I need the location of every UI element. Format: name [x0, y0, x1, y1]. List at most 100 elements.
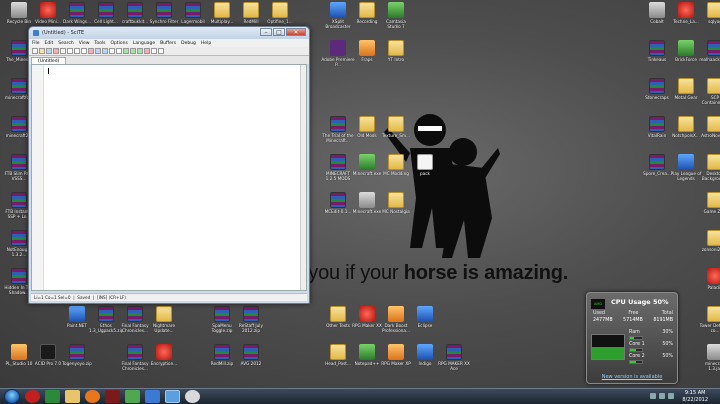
folder-icon: [678, 78, 694, 94]
minecraft-taskbar-icon[interactable]: [45, 390, 60, 403]
open-file-icon[interactable]: [39, 48, 45, 54]
network-icon[interactable]: [650, 393, 656, 399]
desktop-icon[interactable]: Texture_Sm...: [379, 116, 413, 138]
volume-icon[interactable]: [659, 393, 665, 399]
game-icon[interactable]: [125, 390, 140, 403]
core2-meter: [629, 360, 643, 364]
app-icon: [69, 306, 85, 322]
maximize-button[interactable]: □: [273, 28, 285, 36]
cut-icon[interactable]: [67, 48, 73, 54]
desktop-icon[interactable]: Camtasia Studio 7: [379, 2, 413, 29]
editor-area[interactable]: [31, 64, 307, 291]
desktop-icon[interactable]: Game Zips: [698, 192, 720, 214]
archive-icon: [11, 192, 27, 208]
desktop-icon[interactable]: Encryption...: [147, 344, 181, 366]
cpu-gadget-title: CPU Usage 50%: [611, 298, 669, 306]
desktop-icon[interactable]: AstroNovas...: [698, 116, 720, 138]
desktop-icon[interactable]: Tower Defense co...: [698, 306, 720, 333]
save-icon[interactable]: [46, 48, 52, 54]
folder-icon: [214, 2, 230, 18]
desktop-icon[interactable]: zonsoni2.E...: [698, 230, 720, 252]
ram-row: Ram 30%: [629, 330, 673, 335]
archive-icon: [214, 344, 230, 360]
media-icon[interactable]: [105, 390, 120, 403]
menu-view[interactable]: View: [79, 41, 90, 46]
app-icon: [359, 192, 375, 208]
menu-search[interactable]: Search: [58, 41, 73, 46]
previous-icon[interactable]: [151, 48, 157, 54]
menu-language[interactable]: Language: [133, 41, 155, 46]
core1-meter: [629, 348, 643, 352]
desktop-icon[interactable]: RPG MAKER XX Ace: [437, 344, 471, 371]
desktop-icon[interactable]: Nightmare Update...: [147, 306, 181, 333]
vertical-scrollbar[interactable]: [300, 65, 306, 290]
clock[interactable]: 9:15 AM 8/22/2012: [682, 390, 708, 404]
scite-titlebar[interactable]: (Untitled) - SciTE – □ ✕: [29, 27, 309, 39]
menu-file[interactable]: File: [32, 41, 40, 46]
menu-debug[interactable]: Debug: [181, 41, 196, 46]
fraps-taskbar-icon[interactable]: [145, 390, 160, 403]
archive-icon: [98, 306, 114, 322]
stop-icon[interactable]: [144, 48, 150, 54]
redo-icon[interactable]: [102, 48, 108, 54]
firefox-icon[interactable]: [85, 390, 100, 403]
replace-icon[interactable]: [116, 48, 122, 54]
desktop-icon[interactable]: pack: [408, 154, 442, 176]
archive-icon: [127, 344, 143, 360]
flag-icon[interactable]: [668, 393, 674, 399]
desktop-icon[interactable]: AVG 2012: [234, 344, 268, 366]
folder-icon: [388, 40, 404, 56]
menu-options[interactable]: Options: [111, 41, 128, 46]
menu-buffers[interactable]: Buffers: [160, 41, 176, 46]
desktop-icon[interactable]: sqlyog: [698, 2, 720, 24]
desktop-icon[interactable]: realhaack-85...: [698, 40, 720, 62]
go-icon[interactable]: [137, 48, 143, 54]
desktop-icon[interactable]: ReStaff July 2012.zip: [234, 306, 268, 333]
new-version-link[interactable]: New version is available: [587, 374, 677, 380]
new-file-icon[interactable]: [32, 48, 38, 54]
folder-icon: [707, 78, 720, 94]
find-icon[interactable]: [109, 48, 115, 54]
explorer-icon[interactable]: [65, 390, 80, 403]
desktop-icon[interactable]: Paladin: [698, 268, 720, 290]
close-button[interactable]: ✕: [286, 28, 306, 36]
menu-tools[interactable]: Tools: [94, 41, 105, 46]
tab-untitled[interactable]: (Untitled): [31, 57, 67, 64]
archive-icon: [330, 116, 346, 132]
desktop-icon[interactable]: SCP Containme...: [698, 78, 720, 105]
next-icon[interactable]: [158, 48, 164, 54]
menu-help[interactable]: Help: [201, 41, 211, 46]
desktop-icon[interactable]: minecraft 1.3.jar: [698, 344, 720, 371]
scite-window[interactable]: (Untitled) - SciTE – □ ✕ File Edit Searc…: [28, 26, 310, 304]
minimize-button[interactable]: –: [260, 28, 272, 36]
app-icon: [359, 40, 375, 56]
print-icon[interactable]: [60, 48, 66, 54]
compile-icon[interactable]: [123, 48, 129, 54]
menu-edit[interactable]: Edit: [45, 41, 54, 46]
close-file-icon[interactable]: [53, 48, 59, 54]
copy-icon[interactable]: [74, 48, 80, 54]
app-icon: [417, 306, 433, 322]
opera-icon[interactable]: [25, 390, 40, 403]
desktop-icon-label: ReStaff July 2012.zip: [239, 323, 263, 333]
cpu-usage-gadget[interactable]: AMD CPU Usage 50% Used Free Total 2477MB…: [586, 292, 678, 384]
desktop-icon[interactable]: Togenyoyo.zip: [60, 344, 94, 366]
delete-icon[interactable]: [88, 48, 94, 54]
archive-icon: [330, 192, 346, 208]
archive-icon: [98, 2, 114, 18]
undo-icon[interactable]: [95, 48, 101, 54]
recorder-icon[interactable]: [185, 390, 200, 403]
desktop-icon[interactable]: Optifine_1...: [263, 2, 297, 24]
scite-taskbar-icon[interactable]: [165, 390, 180, 403]
core2-row: Core 2 50%: [629, 354, 673, 359]
app-icon: [707, 268, 720, 284]
paste-icon[interactable]: [81, 48, 87, 54]
start-button[interactable]: [4, 389, 20, 404]
desktop-icon[interactable]: Eclipse: [408, 306, 442, 328]
window-controls: – □ ✕: [260, 28, 306, 36]
desktop-icon[interactable]: YT Intro: [379, 40, 413, 62]
desktop-icon[interactable]: Desktop Backgroun...: [698, 154, 720, 181]
build-icon[interactable]: [130, 48, 136, 54]
app-icon: [359, 344, 375, 360]
desktop-icon[interactable]: MC Nostalgia: [379, 192, 413, 214]
